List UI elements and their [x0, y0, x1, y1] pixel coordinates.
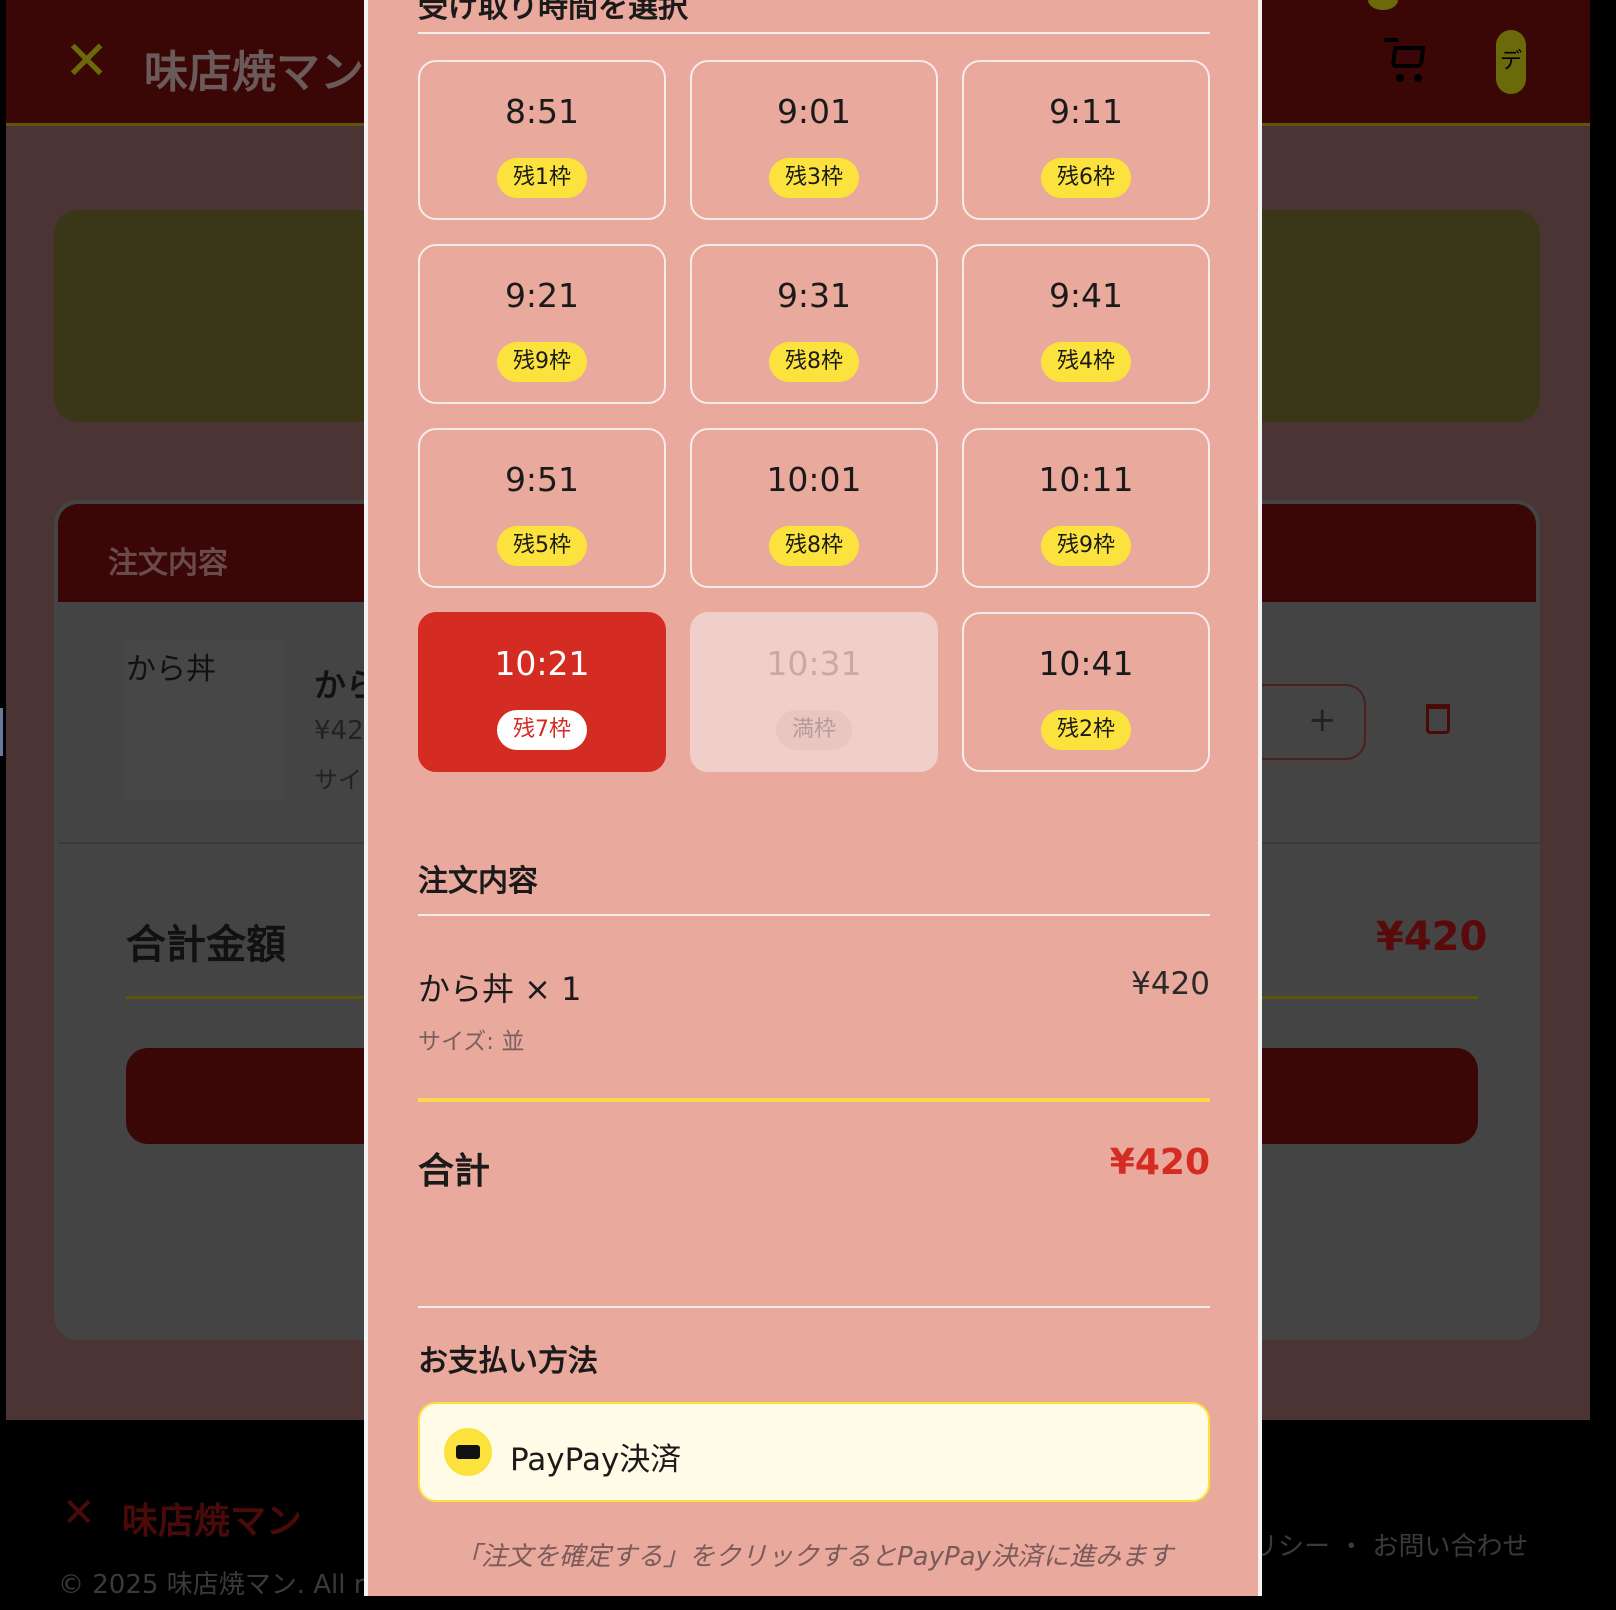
order-title-divider	[418, 914, 1210, 916]
user-menu-button[interactable]: デ	[1496, 30, 1526, 94]
time-slot-time: 10:21	[494, 644, 590, 683]
utensils-logo-icon: ✕	[64, 29, 110, 92]
time-slot-time: 9:01	[776, 92, 852, 131]
time-slot-921[interactable]: 9:21 残9枠	[418, 244, 666, 404]
time-slot-941[interactable]: 9:41 残4枠	[962, 244, 1210, 404]
order-item-price: ¥420	[1131, 966, 1210, 1002]
order-item-name: から丼 × 1	[418, 970, 582, 1008]
availability-badge: 残2枠	[1041, 710, 1131, 750]
payment-method-title: お支払い方法	[418, 1344, 598, 1379]
item-price: ¥42	[314, 716, 364, 746]
checkout-modal: 受け取り時間を選択 8:51 残1枠 9:01 残3枠 9:11 残6枠 9:21 残9枠 9:…	[364, 0, 1262, 1596]
time-slot-time: 9:51	[504, 460, 580, 499]
order-card-title: 注文内容	[108, 546, 228, 581]
availability-badge: 残1枠	[497, 158, 587, 198]
order-item-size: サイズ: 並	[418, 1029, 525, 1055]
time-slot-1031: 10:31 満枠	[690, 612, 938, 772]
total-divider	[418, 1098, 1210, 1102]
time-slot-time: 10:11	[1038, 460, 1134, 499]
footer-copyright: © 2025 味店焼マン. All r	[58, 1570, 365, 1600]
availability-badge: 満枠	[775, 710, 853, 750]
availability-badge: 残8枠	[769, 342, 859, 382]
time-slot-time: 10:41	[1038, 644, 1134, 683]
time-slot-time: 8:51	[504, 92, 580, 131]
scroll-indicator	[0, 708, 3, 756]
footer-utensils-icon: ✕	[62, 1490, 96, 1536]
payment-divider	[418, 1306, 1210, 1308]
order-summary-title: 注文内容	[418, 864, 538, 899]
total-label: 合計金額	[126, 922, 286, 968]
modal-total-value: ¥420	[1109, 1142, 1210, 1183]
time-slot-time: 10:01	[766, 460, 862, 499]
item-image-alt: から丼	[126, 652, 216, 687]
availability-badge: 残5枠	[497, 526, 587, 566]
pickup-time-title: 受け取り時間を選択	[418, 0, 688, 25]
time-slot-951[interactable]: 9:51 残5枠	[418, 428, 666, 588]
time-slot-time: 10:31	[766, 644, 862, 683]
payment-option-label: PayPay決済	[510, 1442, 682, 1478]
availability-badge: 残3枠	[769, 158, 859, 198]
time-slot-1021[interactable]: 10:21 残7枠	[418, 612, 666, 772]
time-slot-time: 9:21	[504, 276, 580, 315]
total-value: ¥420	[1376, 914, 1488, 960]
availability-badge: 残7枠	[497, 710, 587, 750]
time-slot-911[interactable]: 9:11 残6枠	[962, 60, 1210, 220]
modal-total-label: 合計	[418, 1151, 491, 1192]
availability-badge: 残9枠	[1041, 526, 1131, 566]
availability-badge: 残8枠	[769, 526, 859, 566]
time-slot-931[interactable]: 9:31 残8枠	[690, 244, 938, 404]
time-slot-1041[interactable]: 10:41 残2枠	[962, 612, 1210, 772]
time-slot-1001[interactable]: 10:01 残8枠	[690, 428, 938, 588]
pickup-title-divider	[418, 32, 1210, 34]
time-slot-851[interactable]: 8:51 残1枠	[418, 60, 666, 220]
quantity-plus-button[interactable]: +	[1308, 700, 1337, 740]
availability-badge: 残6枠	[1041, 158, 1131, 198]
payment-option-paypay[interactable]: PayPay決済	[418, 1402, 1210, 1502]
footer-links[interactable]: リシー ・ お問い合わせ	[1252, 1526, 1529, 1563]
availability-badge: 残4枠	[1041, 342, 1131, 382]
item-size: サイ	[314, 766, 362, 794]
time-slot-901[interactable]: 9:01 残3枠	[690, 60, 938, 220]
time-slot-1011[interactable]: 10:11 残9枠	[962, 428, 1210, 588]
wallet-icon	[444, 1428, 492, 1476]
footer-brand: 味店焼マン	[122, 1501, 303, 1542]
site-brand[interactable]: 味店焼マン	[144, 36, 364, 100]
time-slot-time: 9:41	[1048, 276, 1124, 315]
time-slot-time: 9:31	[776, 276, 852, 315]
availability-badge: 残9枠	[497, 342, 587, 382]
payment-note: 「注文を確定する」をクリックするとPayPay決済に進みます	[455, 1542, 1173, 1572]
time-slot-time: 9:11	[1048, 92, 1124, 131]
cart-icon[interactable]	[1384, 36, 1434, 86]
trash-icon[interactable]	[1426, 704, 1450, 734]
